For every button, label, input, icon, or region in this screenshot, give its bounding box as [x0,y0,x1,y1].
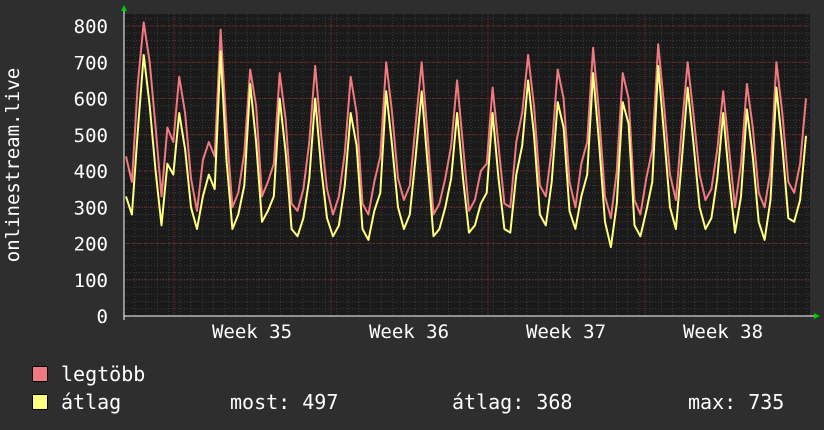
legend-item-max: legtöbb [32,362,145,386]
x-tick-label: Week 38 [683,321,763,343]
y-tick-label: 400 [74,161,108,183]
stat-avg: átlag: 368 [452,390,573,414]
legend-swatch-max [32,366,48,382]
y-tick-labels: 0 100 200 300 400 500 600 700 800 [74,16,108,328]
legend-label-max: legtöbb [61,362,146,386]
x-axis-arrow [814,313,820,319]
x-tick-label: Week 37 [526,321,606,343]
stat-max: max: 735 [688,390,785,414]
x-tick-labels: Week 35 Week 36 Week 37 Week 38 [212,321,763,343]
y-axis-label: onlinestream.live [2,68,24,262]
legend-item-avg: átlag [32,390,121,414]
x-tick-label: Week 35 [212,321,292,343]
y-tick-label: 700 [74,52,108,74]
x-tick-label: Week 36 [369,321,449,343]
y-axis-arrow [121,5,127,11]
y-tick-label: 300 [74,197,108,219]
y-tick-label: 800 [74,16,108,38]
legend-swatch-avg [32,394,48,410]
stat-now: most: 497 [230,390,339,414]
y-tick-label: 100 [74,270,108,292]
y-tick-label: 0 [97,306,108,328]
y-tick-label: 600 [74,89,108,111]
legend-label-avg: átlag [61,390,122,414]
y-tick-label: 500 [74,125,108,147]
y-tick-label: 200 [74,234,108,256]
